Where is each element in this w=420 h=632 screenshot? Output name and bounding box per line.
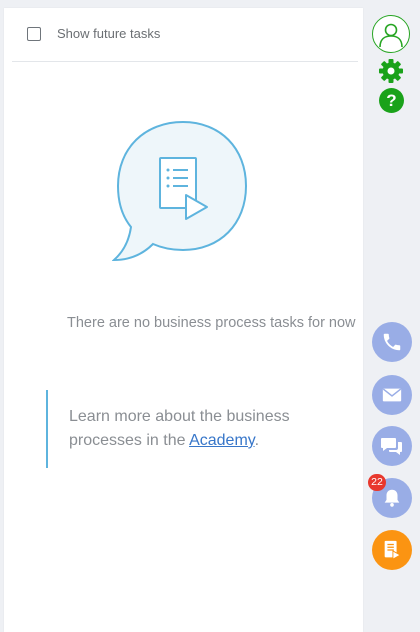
- phone-button[interactable]: [372, 322, 412, 362]
- show-future-checkbox[interactable]: [27, 27, 41, 41]
- gear-icon: [379, 59, 403, 83]
- tasks-toolbar: Show future tasks: [12, 8, 358, 62]
- business-process-button[interactable]: [372, 530, 412, 570]
- business-process-icon: [384, 540, 402, 560]
- process-bubble-icon: [112, 120, 248, 262]
- help-icon: ?: [386, 90, 397, 110]
- help-button[interactable]: ?: [379, 88, 404, 113]
- mail-icon: [382, 388, 402, 402]
- chat-button[interactable]: [372, 426, 412, 466]
- info-suffix: .: [254, 432, 260, 449]
- academy-info-text: Learn more about the business processes …: [69, 405, 339, 453]
- bell-icon: [384, 489, 400, 507]
- show-future-label[interactable]: Show future tasks: [57, 26, 160, 41]
- chat-icon: [381, 438, 402, 455]
- empty-state-message: There are no business process tasks for …: [67, 315, 356, 331]
- user-avatar[interactable]: [372, 15, 410, 53]
- phone-icon: [383, 333, 401, 351]
- academy-link[interactable]: Academy: [189, 432, 255, 449]
- info-accent-bar: [46, 390, 48, 468]
- user-icon: [379, 23, 403, 48]
- mail-button[interactable]: [372, 375, 412, 415]
- settings-button[interactable]: [378, 58, 404, 84]
- tasks-panel: Show future tasks There are no business …: [4, 8, 363, 632]
- notifications-badge: 22: [368, 474, 386, 491]
